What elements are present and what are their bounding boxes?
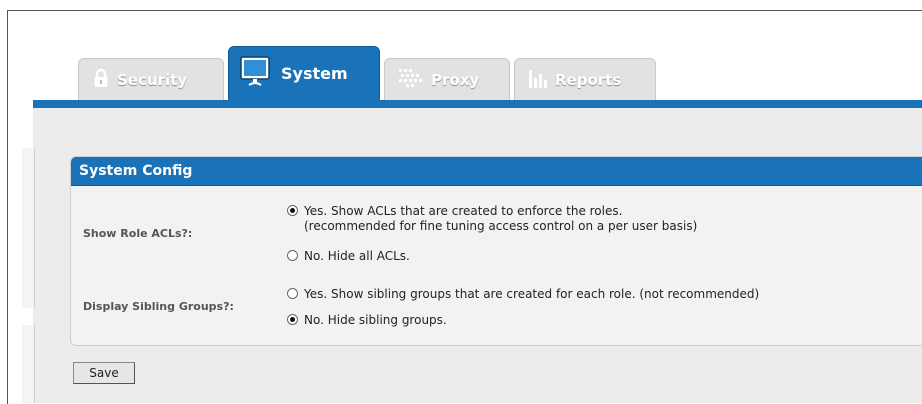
show-role-acls-no-option[interactable]: No. Hide all ACLs. [287, 249, 410, 264]
monitor-icon [239, 55, 273, 93]
tab-reports[interactable]: Reports [514, 58, 656, 100]
display-sibling-groups-no-text: No. Hide sibling groups. [304, 313, 447, 327]
tab-label-reports: Reports [555, 70, 622, 89]
lock-icon [93, 68, 109, 92]
tab-label-security: Security [117, 70, 188, 89]
tab-security[interactable]: Security [78, 58, 224, 100]
tab-label-system: System [281, 64, 348, 83]
show-role-acls-no-text: No. Hide all ACLs. [304, 249, 410, 263]
tab-label-proxy: Proxy [431, 70, 480, 89]
tab-system[interactable]: System [228, 46, 380, 100]
show-role-acls-yes-option[interactable]: Yes. Show ACLs that are created to enfor… [287, 204, 697, 234]
save-button[interactable]: Save [73, 362, 135, 384]
show-role-acls-label: Show Role ACLs?: [83, 227, 193, 240]
left-side-panel-edge-lower [22, 325, 35, 403]
display-sibling-groups-yes-text: Yes. Show sibling groups that are create… [304, 287, 760, 301]
tab-proxy[interactable]: Proxy [384, 58, 510, 100]
panel-title: System Config [71, 157, 922, 186]
display-sibling-groups-no-option[interactable]: No. Hide sibling groups. [287, 313, 447, 328]
show-role-acls-yes-line2: (recommended for fine tuning access cont… [304, 219, 698, 233]
system-config-panel: System Config Show Role ACLs?: Yes. Show… [70, 156, 922, 346]
radio-button-selected[interactable] [287, 205, 298, 216]
show-role-acls-yes-line1: Yes. Show ACLs that are created to enfor… [304, 204, 623, 218]
option-text: Yes. Show ACLs that are created to enfor… [304, 204, 697, 234]
display-sibling-groups-label: Display Sibling Groups?: [83, 300, 234, 313]
display-sibling-groups-yes-option[interactable]: Yes. Show sibling groups that are create… [287, 287, 759, 302]
tab-underline-bar [33, 100, 922, 108]
left-side-panel-edge [22, 148, 35, 308]
radio-button[interactable] [287, 250, 298, 261]
radio-button[interactable] [287, 288, 298, 299]
bar-chart-icon [529, 68, 547, 92]
radio-button-selected[interactable] [287, 314, 298, 325]
proxy-grid-icon [399, 68, 423, 91]
